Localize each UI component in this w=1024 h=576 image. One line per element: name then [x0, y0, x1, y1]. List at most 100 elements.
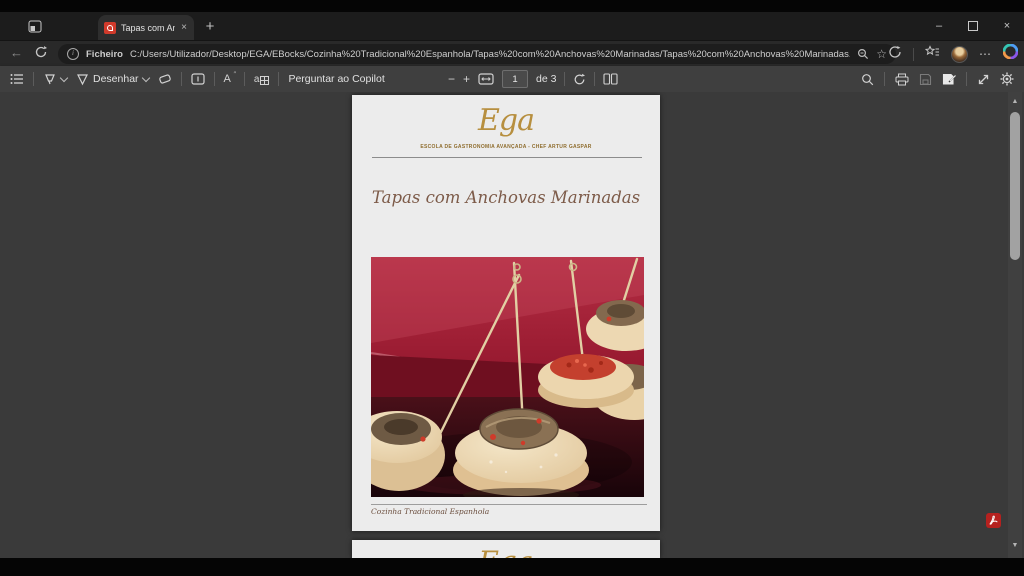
zoom-in-button[interactable]: + — [463, 72, 470, 86]
pdf-page-1: Ega ESCOLA DE GASTRONOMIA AVANÇADA - CHE… — [352, 95, 660, 531]
profile-avatar[interactable] — [951, 46, 968, 63]
chevron-down-icon[interactable] — [60, 73, 68, 81]
divider — [594, 72, 595, 86]
header-rule — [372, 157, 642, 158]
draw-button[interactable]: Desenhar — [76, 73, 149, 86]
table-of-contents-button[interactable] — [10, 73, 24, 85]
copilot-icon — [1003, 44, 1018, 59]
pdf-favicon-icon — [104, 22, 116, 34]
zoom-out-button[interactable]: − — [448, 72, 455, 86]
divider — [33, 72, 34, 86]
ask-copilot-button[interactable]: Perguntar ao Copilot — [288, 73, 384, 85]
divider — [181, 72, 182, 86]
page-view-button[interactable] — [603, 73, 618, 85]
new-tab-button[interactable]: + — [200, 17, 220, 37]
open-in-acrobat-button[interactable] — [986, 513, 1001, 528]
print-button[interactable] — [895, 73, 909, 86]
maximize-icon — [968, 21, 978, 31]
pen-icon — [76, 73, 89, 86]
back-button[interactable]: ← — [10, 45, 23, 60]
refresh-icon — [34, 45, 48, 59]
tab-title: Tapas com Anchovas Marinadas.p — [121, 23, 175, 33]
window-controls: – × — [922, 12, 1024, 40]
fullscreen-button[interactable] — [977, 73, 990, 86]
minimize-button[interactable]: – — [922, 12, 956, 40]
add-favorite-button[interactable]: ☆ — [876, 47, 887, 61]
divider — [214, 72, 215, 86]
letterbox-top — [0, 0, 1024, 12]
divider — [278, 72, 279, 86]
settings-more-button[interactable]: ⋯ — [979, 47, 992, 61]
tab-actions-icon — [28, 20, 42, 33]
footer-rule — [371, 504, 647, 505]
fit-width-icon — [478, 73, 494, 85]
pdf-settings-button[interactable] — [1000, 72, 1014, 86]
pdf-toolbar: Desenhar A a — [0, 66, 1024, 92]
file-info-icon: i — [67, 48, 79, 60]
chevron-down-icon[interactable] — [141, 73, 149, 81]
refresh-button[interactable] — [34, 45, 50, 61]
url-field[interactable]: i Ficheiro C:/Users/Utilizador/Desktop/E… — [58, 44, 896, 64]
browser-essentials-icon — [888, 45, 902, 59]
file-scheme-chip: Ficheiro — [86, 49, 123, 60]
divider — [913, 48, 914, 61]
translate-button[interactable]: a — [254, 74, 270, 85]
rotate-button[interactable] — [573, 73, 586, 86]
tab-tapas-pdf[interactable]: Tapas com Anchovas Marinadas.p × — [98, 15, 194, 40]
scroll-down-button[interactable]: ▼ — [1008, 542, 1022, 549]
pdf-viewer-canvas[interactable]: Ega ESCOLA DE GASTRONOMIA AVANÇADA - CHE… — [0, 92, 1024, 558]
page-number-input[interactable] — [502, 70, 528, 88]
search-icon — [861, 73, 874, 86]
pdf-toolbar-left: Desenhar A a — [10, 66, 385, 92]
highlight-button[interactable] — [43, 73, 67, 86]
save-button[interactable] — [919, 73, 932, 86]
rotate-icon — [573, 73, 586, 86]
scroll-up-button[interactable]: ▲ — [1008, 98, 1022, 105]
table-of-contents-icon — [10, 73, 24, 85]
save-icon — [919, 73, 932, 86]
maximize-button[interactable] — [956, 12, 990, 40]
printer-icon — [895, 73, 909, 86]
fit-to-width-button[interactable] — [478, 73, 494, 85]
letterbox-bottom — [0, 558, 1024, 576]
addressbar-right-actions: ⋯ — [888, 44, 1018, 64]
pdf-page-2: Ega — [352, 540, 660, 558]
tab-actions-menu-button[interactable] — [26, 18, 44, 34]
save-as-icon — [942, 73, 956, 86]
document-title: Tapas com Anchovas Marinadas — [352, 188, 660, 207]
favorites-star-icon — [925, 45, 940, 59]
scrollbar-thumb[interactable] — [1010, 112, 1020, 260]
copilot-button[interactable] — [1003, 44, 1018, 64]
tapas-photo — [371, 257, 644, 497]
gear-icon — [1000, 72, 1014, 86]
zoom-level-button[interactable] — [857, 48, 869, 60]
brand-subtitle: ESCOLA DE GASTRONOMIA AVANÇADA - CHEF AR… — [352, 144, 660, 150]
tab-close-button[interactable]: × — [180, 22, 188, 33]
highlighter-icon — [43, 73, 57, 86]
magnifier-icon — [857, 48, 869, 60]
ask-copilot-label: Perguntar ao Copilot — [288, 73, 384, 85]
address-bar: ← i Ficheiro C:/Users/Utilizador/Desktop… — [0, 40, 1024, 66]
read-aloud-button[interactable]: A — [224, 73, 235, 85]
adobe-acrobat-icon — [988, 515, 999, 526]
divider — [564, 72, 565, 86]
ega-brand-logo: Ega — [352, 545, 660, 558]
save-as-button[interactable] — [942, 73, 956, 86]
two-page-view-icon — [603, 73, 618, 85]
add-text-button[interactable] — [191, 73, 205, 85]
page-caption: Cozinha Tradicional Espanhola — [371, 507, 489, 516]
expand-diagonal-icon — [977, 73, 990, 86]
text-box-icon — [191, 73, 205, 85]
erase-button[interactable] — [158, 73, 172, 85]
close-window-button[interactable]: × — [990, 12, 1024, 40]
search-document-button[interactable] — [861, 73, 874, 86]
pdf-toolbar-right — [861, 66, 1014, 92]
read-aloud-icon: A — [224, 73, 235, 85]
url-text: C:/Users/Utilizador/Desktop/EGA/EBocks/C… — [130, 49, 850, 60]
pdf-toolbar-center: − + de 3 — [448, 66, 618, 92]
divider — [884, 72, 885, 86]
translate-icon: a — [254, 74, 270, 85]
favorites-bar-button[interactable] — [925, 45, 940, 64]
draw-label: Desenhar — [93, 73, 139, 85]
browser-essentials-button[interactable] — [888, 45, 902, 64]
